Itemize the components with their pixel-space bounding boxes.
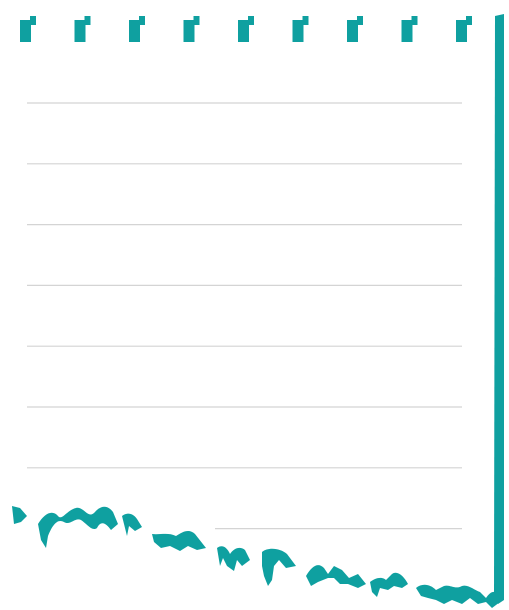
torn-notepad-illustration (12, 14, 504, 608)
torn-bottom-edge (12, 506, 500, 608)
torn-fragment (416, 584, 500, 608)
binding-holes (20, 16, 472, 42)
binding-hole (401, 16, 418, 42)
binding-hole (20, 16, 36, 42)
binding-hole (456, 16, 472, 42)
right-border-bar (494, 14, 504, 604)
binding-hole (183, 16, 200, 42)
ruled-lines (27, 102, 462, 530)
binding-hole (238, 16, 254, 42)
torn-fragment (217, 546, 250, 571)
torn-fragment (122, 513, 142, 536)
binding-hole (292, 16, 309, 42)
torn-fragment (306, 565, 366, 588)
torn-fragment (370, 572, 408, 597)
binding-hole (129, 16, 145, 42)
binding-hole (347, 16, 363, 42)
torn-fragment (262, 548, 296, 586)
torn-fragment (38, 506, 118, 548)
torn-fragment (12, 506, 27, 524)
binding-hole (74, 16, 91, 42)
torn-fragment (152, 530, 206, 551)
